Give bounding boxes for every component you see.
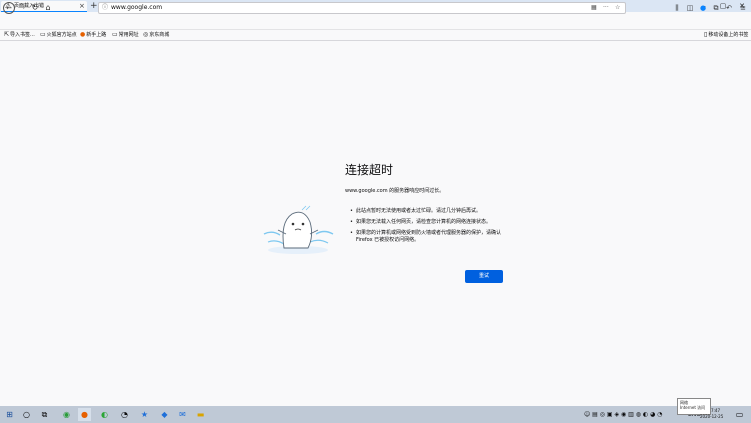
chrome-icon[interactable]: ◉ bbox=[60, 408, 73, 421]
new-tab-button[interactable]: + bbox=[90, 1, 98, 11]
forward-button[interactable]: → bbox=[16, 2, 28, 14]
import-icon: ⇱ bbox=[4, 31, 10, 38]
bookmark-mobile[interactable]: ▯移动设备上的书签 bbox=[704, 30, 748, 40]
undo-icon[interactable]: ↶ bbox=[724, 3, 734, 13]
list-item: 如果您无法载入任何网页，请检查您计算机的网络连接状态。 bbox=[347, 219, 507, 226]
error-tips-list: 此站点暂时无法使用或者太过忙碌。请过几分钟后再试。 如果您无法载入任何网页，请检… bbox=[347, 208, 507, 248]
qr-code-icon[interactable]: ▦ bbox=[591, 3, 597, 13]
app-star-icon[interactable]: ★ bbox=[138, 408, 151, 421]
library-icon[interactable]: ⫼ bbox=[672, 3, 682, 13]
task-view-icon[interactable]: ⧉ bbox=[38, 408, 51, 421]
bookmark-import[interactable]: ⇱导入书签... bbox=[4, 30, 35, 40]
bookmark-jd[interactable]: ◎京东商城 bbox=[143, 30, 169, 40]
clock[interactable]: 7:47 2020-12-25 bbox=[700, 408, 723, 420]
mobile-icon: ▯ bbox=[704, 31, 708, 38]
sidebar-icon[interactable]: ◫ bbox=[685, 3, 695, 13]
info-icon[interactable]: ⓘ bbox=[102, 3, 108, 13]
globe-icon: ◎ bbox=[143, 31, 149, 38]
reload-button[interactable]: ↻ bbox=[29, 2, 41, 14]
timeout-illustration-icon bbox=[263, 205, 334, 254]
folder-icon: ▭ bbox=[112, 31, 118, 38]
list-item: 如果您的计算机或网络受到防火墙或者代理服务器的保护，请确认 Firefox 已被… bbox=[347, 230, 507, 244]
file-explorer-icon[interactable]: ▬ bbox=[194, 408, 207, 421]
folder-icon: ▭ bbox=[40, 31, 46, 38]
retry-button[interactable]: 重试 bbox=[465, 270, 503, 283]
windows-start-icon[interactable]: ⊞ bbox=[3, 408, 16, 421]
error-title: 连接超时 bbox=[345, 163, 394, 177]
page-actions-icon[interactable]: ··· bbox=[603, 3, 609, 13]
url-text: www.google.com bbox=[111, 4, 163, 11]
screenshot-icon[interactable]: ⧉ bbox=[711, 3, 721, 13]
wechat-icon[interactable]: ◐ bbox=[98, 408, 111, 421]
navigation-toolbar bbox=[0, 12, 751, 30]
notification-icon[interactable]: ▭ bbox=[733, 408, 746, 421]
address-bar[interactable]: ⓘ www.google.com ▦ ··· ☆ bbox=[98, 2, 626, 14]
bookmark-star-icon[interactable]: ☆ bbox=[615, 3, 620, 13]
menu-icon[interactable]: ≡ bbox=[738, 3, 748, 13]
bookmark-firefox-site[interactable]: ▭火狐官方站点 bbox=[40, 30, 77, 40]
bookmark-getting-started[interactable]: ●新手上路 bbox=[80, 30, 106, 40]
search-icon[interactable]: ○ bbox=[20, 408, 33, 421]
tab-close-icon[interactable]: × bbox=[79, 2, 85, 10]
home-button[interactable]: ⌂ bbox=[42, 2, 54, 14]
error-description: www.google.com 的服务器响应时间过长。 bbox=[345, 188, 445, 194]
list-item: 此站点暂时无法使用或者太过忙碌。请过几分钟后再试。 bbox=[347, 208, 507, 215]
firefox-taskbar-icon[interactable]: ● bbox=[78, 408, 91, 421]
firefox-icon: ● bbox=[80, 31, 86, 38]
account-icon[interactable]: ● bbox=[698, 3, 708, 13]
back-button[interactable]: ← bbox=[3, 2, 15, 14]
qq-icon[interactable]: ◔ bbox=[118, 408, 131, 421]
tray-icons[interactable]: ☺ ▤ ◎ ▣ ◈ ◉ ▥ ◍ ◐ ◕ ◔ bbox=[584, 410, 662, 419]
mail-icon[interactable]: ✉ bbox=[176, 408, 189, 421]
bookmark-common-sites[interactable]: ▭常用网址 bbox=[112, 30, 139, 40]
app-bird-icon[interactable]: ◆ bbox=[158, 408, 171, 421]
